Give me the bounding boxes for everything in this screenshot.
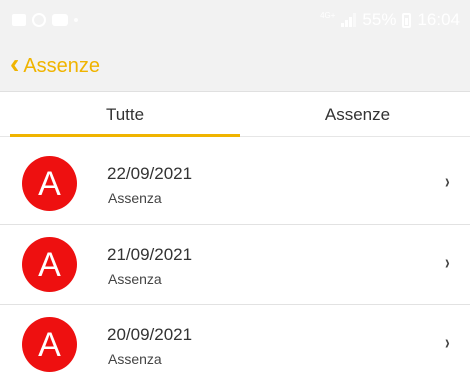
video-icon [52,14,68,26]
list-item[interactable]: A 22/09/2021 Assenza › [0,144,470,225]
whatsapp-icon [32,13,46,27]
tab-selected-indicator [10,134,240,137]
tab-bar: Tutte Assenze [0,92,470,137]
page-title: Assenze [23,55,101,77]
system-indicators: 4G+ 55% 16:04 [320,10,460,30]
network-type: 4G+ [320,11,336,20]
clock: 16:04 [417,10,460,29]
item-type: Assenza [108,271,162,287]
item-date: 20/09/2021 [107,325,193,344]
item-date: 22/09/2021 [107,164,193,183]
avatar: A [22,317,77,372]
battery-percentage: 55% [362,10,397,29]
chevron-left-icon: ‹ [10,48,20,79]
more-notifications-icon [74,18,78,22]
signal-icon [341,13,357,27]
chevron-right-icon: › [445,252,450,274]
back-button[interactable]: ‹ Assenze [10,50,100,82]
absence-list: A 22/09/2021 Assenza › A 21/09/2021 Asse… [0,144,470,383]
tab-assenze[interactable]: Assenze [245,92,470,137]
notification-icons [12,12,78,28]
app-bar: ‹ Assenze [0,40,470,92]
battery-icon [402,12,412,28]
item-type: Assenza [108,190,162,206]
chevron-right-icon: › [445,332,450,354]
tab-tutte[interactable]: Tutte [10,92,240,137]
avatar: A [22,237,77,292]
status-bar: 4G+ 55% 16:04 [0,0,470,40]
list-item[interactable]: A 20/09/2021 Assenza › [0,305,470,383]
gallery-icon [12,14,26,26]
item-type: Assenza [108,351,162,367]
avatar: A [22,156,77,211]
list-item[interactable]: A 21/09/2021 Assenza › [0,225,470,305]
item-date: 21/09/2021 [107,245,193,264]
chevron-right-icon: › [445,171,450,193]
